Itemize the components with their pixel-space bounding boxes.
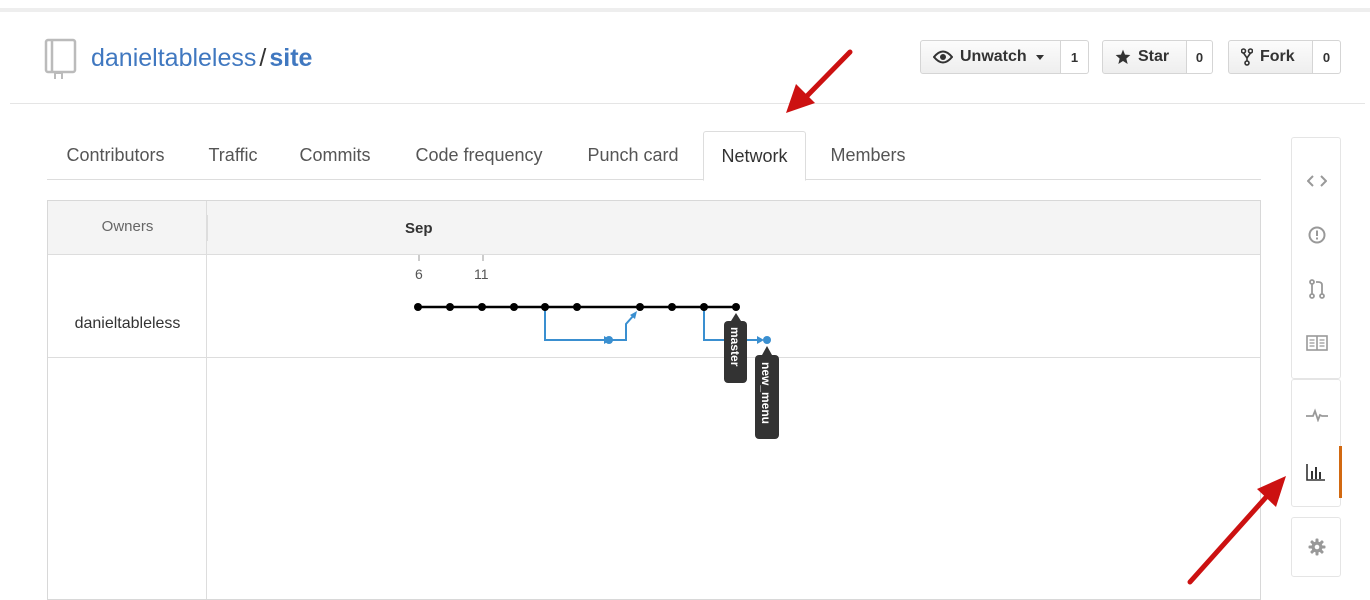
day-label: 6	[415, 266, 423, 282]
graphs-tabs: Contributors Traffic Commits Code freque…	[47, 131, 1261, 181]
settings-icon	[1308, 538, 1326, 556]
commit-dot[interactable]	[573, 303, 581, 311]
fork-icon	[1241, 48, 1253, 66]
branch-arrowhead	[757, 336, 764, 344]
pulse-icon	[1306, 408, 1328, 422]
fork-button[interactable]: Fork	[1228, 40, 1313, 74]
tab-contributors[interactable]: Contributors	[47, 131, 184, 180]
wiki-icon	[1306, 335, 1328, 351]
commit-dot[interactable]	[414, 303, 422, 311]
branch-path	[544, 307, 604, 341]
forks-count[interactable]: 0	[1313, 40, 1341, 74]
graph-icon	[1305, 464, 1325, 481]
commit-dot[interactable]	[446, 303, 454, 311]
branch-label-text: new_menu	[759, 362, 773, 424]
commit-dot[interactable]	[636, 303, 644, 311]
eye-icon	[933, 50, 953, 64]
sidebar-item-graphs[interactable]	[1292, 446, 1342, 498]
commit-dot[interactable]	[478, 303, 486, 311]
tab-punch-card[interactable]: Punch card	[571, 131, 695, 180]
sidebar-item-pull-requests[interactable]	[1292, 264, 1342, 314]
tab-members[interactable]: Members	[815, 131, 921, 180]
stars-count[interactable]: 0	[1187, 40, 1213, 74]
watchers-count[interactable]: 1	[1061, 40, 1089, 74]
sidebar-insights-group	[1291, 379, 1342, 507]
fork-label: Fork	[1260, 48, 1295, 65]
star-label: Star	[1138, 48, 1170, 65]
unwatch-group: Unwatch 1	[920, 40, 1089, 74]
branch-label-text: master	[728, 327, 742, 367]
commit-dot[interactable]	[763, 336, 771, 344]
tab-commits[interactable]: Commits	[285, 131, 385, 180]
branch-label-master[interactable]: master	[724, 313, 747, 383]
repo-separator: /	[259, 44, 267, 72]
branch-path	[609, 314, 635, 341]
star-button[interactable]: Star	[1102, 40, 1187, 74]
sidebar-item-pulse[interactable]	[1292, 390, 1342, 440]
sidebar-nav-group	[1291, 137, 1341, 379]
unwatch-button[interactable]: Unwatch	[920, 40, 1061, 74]
day-label: 11	[474, 266, 489, 282]
network-canvas: 6 11 master new_menu	[414, 255, 779, 439]
commit-dot[interactable]	[668, 303, 676, 311]
branch-label-new-menu[interactable]: new_menu	[755, 346, 779, 439]
tab-traffic[interactable]: Traffic	[189, 131, 277, 180]
commit-dot[interactable]	[732, 303, 740, 311]
repo-name-link[interactable]: site	[269, 44, 312, 72]
commit-dot[interactable]	[605, 336, 613, 344]
sidebar-item-wiki[interactable]	[1292, 318, 1342, 368]
pull-request-icon	[1309, 279, 1325, 299]
commit-dot[interactable]	[541, 303, 549, 311]
sidebar-item-settings[interactable]	[1292, 522, 1342, 572]
issue-icon	[1308, 226, 1326, 244]
sidebar-item-code[interactable]	[1292, 156, 1342, 206]
commit-dot[interactable]	[510, 303, 518, 311]
code-icon	[1307, 175, 1327, 187]
star-group: Star 0	[1102, 40, 1213, 74]
repo-sidebar	[1291, 137, 1342, 597]
sidebar-settings-group	[1291, 517, 1341, 577]
star-icon	[1115, 49, 1131, 64]
tab-code-frequency[interactable]: Code frequency	[397, 131, 561, 180]
tab-network[interactable]: Network	[703, 131, 806, 181]
fork-group: Fork 0	[1228, 40, 1341, 74]
chevron-down-icon	[1035, 54, 1044, 60]
top-strip	[0, 0, 1370, 12]
header-divider	[10, 103, 1365, 104]
repo-title: danieltableless / site	[91, 44, 312, 73]
repo-icon	[44, 38, 77, 79]
commit-dot[interactable]	[700, 303, 708, 311]
unwatch-label: Unwatch	[960, 48, 1027, 65]
repo-owner-link[interactable]: danieltableless	[91, 44, 256, 72]
sidebar-item-issues[interactable]	[1292, 210, 1342, 260]
network-graph[interactable]: Owners Sep danieltableless 6 11 master n…	[47, 200, 1261, 600]
